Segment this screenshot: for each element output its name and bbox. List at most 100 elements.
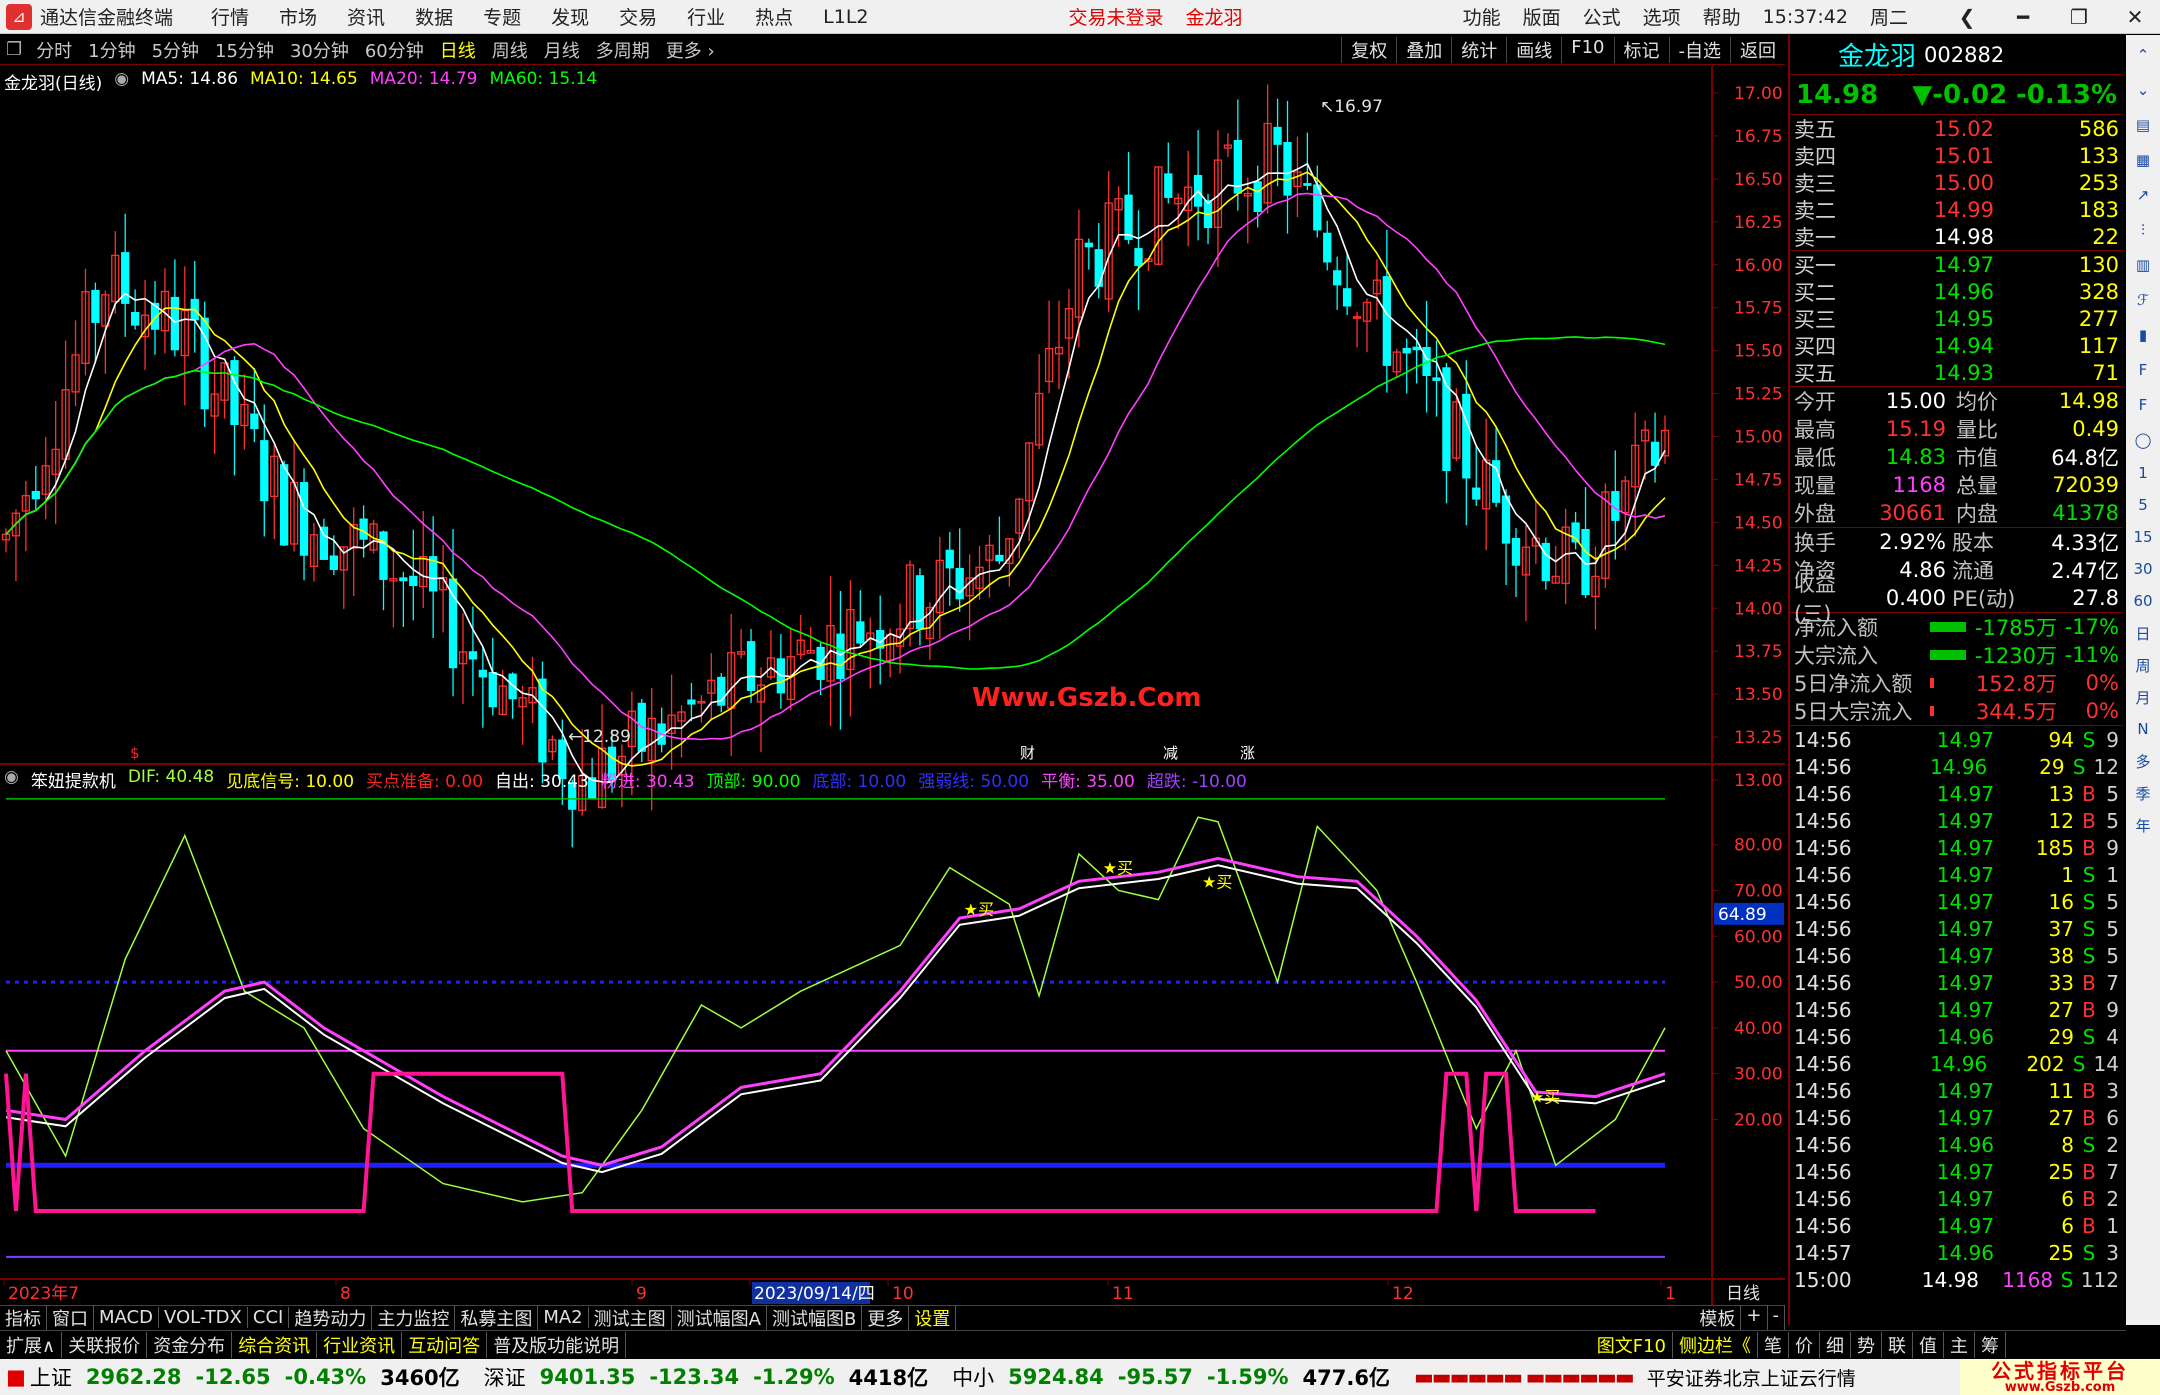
ext-right-tab-1[interactable]: 侧边栏《 (1673, 1331, 1758, 1358)
table-icon[interactable]: ▥ (2129, 250, 2157, 280)
trend-icon[interactable]: ↗ (2129, 180, 2157, 210)
kline-chart[interactable]: 17.00 16.75 16.50 16.25 16.00 15.75 15.50 15.25… (0, 66, 1785, 1306)
menu-function[interactable]: 功能 (1463, 3, 1501, 30)
ext-tab-6[interactable]: 普及版功能说明 (487, 1331, 627, 1358)
menu-market[interactable]: 市场 (279, 3, 317, 30)
indicator-tab-2[interactable]: MACD (94, 1307, 159, 1328)
menu-trade[interactable]: 交易 (619, 3, 657, 30)
indicator-tab-13[interactable]: 设置 (909, 1304, 957, 1331)
close-icon[interactable]: ✕ (2118, 5, 2152, 29)
menu-options[interactable]: 选项 (1643, 3, 1681, 30)
indicator-tab-10[interactable]: 测试幅图A (672, 1304, 767, 1331)
ext-right-tab-6[interactable]: 联 (1882, 1331, 1913, 1358)
ext-right-tab-4[interactable]: 细 (1820, 1331, 1851, 1358)
indicator-tab-5[interactable]: 趋势动力 (289, 1304, 373, 1331)
period-tab-9[interactable]: 多周期 (588, 37, 658, 63)
tool-button-3[interactable]: 画线 (1506, 36, 1561, 63)
bid-row-2[interactable]: 买三 14.95 277 (1790, 305, 2123, 332)
ma-settings-icon[interactable]: ◉ (114, 69, 129, 94)
period-tab-2[interactable]: 5分钟 (144, 37, 207, 63)
indicator-tab-7[interactable]: 私募主图 (455, 1304, 539, 1331)
period-tab-8[interactable]: 月线 (536, 37, 588, 63)
menu-news[interactable]: 资讯 (347, 3, 385, 30)
tool-button-6[interactable]: -自选 (1668, 36, 1731, 63)
login-status[interactable]: 交易未登录 (1069, 3, 1164, 30)
ext-right-tab-8[interactable]: 主 (1944, 1331, 1975, 1358)
period-tab-10[interactable]: 更多 › (658, 37, 723, 63)
indicator-tab-11[interactable]: 测试幅图B (767, 1304, 863, 1331)
menu-hot[interactable]: 热点 (755, 3, 793, 30)
menu-data[interactable]: 数据 (415, 3, 453, 30)
arrow-down-icon[interactable]: ⌄ (2129, 75, 2157, 105)
bid-row-1[interactable]: 买二 14.96 328 (1790, 278, 2123, 305)
sidebar-period-4[interactable]: 60 (2129, 587, 2157, 615)
sidebar-period-11[interactable]: 年 (2129, 811, 2157, 839)
tool-button-4[interactable]: F10 (1561, 36, 1613, 63)
indicator-tab-9[interactable]: 测试主图 (589, 1304, 672, 1331)
sidebar-period-9[interactable]: 多 (2129, 747, 2157, 775)
grid-icon[interactable]: ▦ (2129, 145, 2157, 175)
ext-right-tab-3[interactable]: 价 (1789, 1331, 1820, 1358)
candle-icon[interactable]: ⫶ (2129, 215, 2157, 245)
sidebar-period-8[interactable]: N (2129, 715, 2157, 743)
menu-topics[interactable]: 专题 (483, 3, 521, 30)
tool-button-5[interactable]: 标记 (1613, 36, 1669, 63)
ask-row-2[interactable]: 卖三 15.00 253 (1790, 169, 2123, 196)
index-name-2[interactable]: 中小 (952, 1362, 994, 1392)
template-button-2[interactable]: - (1768, 1304, 1785, 1331)
indicator-tab-4[interactable]: CCI (248, 1307, 290, 1328)
indicator-tab-1[interactable]: 窗口 (47, 1304, 94, 1331)
ext-tab-0[interactable]: 扩展∧ (0, 1331, 63, 1358)
sidebar-period-7[interactable]: 月 (2129, 683, 2157, 711)
indicator-tab-3[interactable]: VOL-TDX (159, 1307, 248, 1328)
sidebar-period-2[interactable]: 15 (2129, 523, 2157, 551)
template-button-1[interactable]: + (1741, 1304, 1768, 1331)
ask-row-0[interactable]: 卖五 15.02 586 (1790, 115, 2123, 142)
bar-icon[interactable]: ▮ (2129, 320, 2157, 350)
tool-button-7[interactable]: 返回 (1730, 36, 1785, 63)
period-tab-1[interactable]: 1分钟 (80, 37, 143, 63)
ext-tab-5[interactable]: 互动问答 (402, 1331, 488, 1358)
ext-right-tab-0[interactable]: 图文F10 (1591, 1331, 1673, 1358)
ext-right-tab-7[interactable]: 值 (1913, 1331, 1944, 1358)
index-name-0[interactable]: 上证 (30, 1362, 72, 1392)
ext-tab-1[interactable]: 关联报价 (62, 1331, 148, 1358)
ask-row-3[interactable]: 卖二 14.99 183 (1790, 196, 2123, 223)
bid-row-3[interactable]: 买四 14.94 117 (1790, 332, 2123, 359)
menu-l1l2[interactable]: L1L2 (823, 6, 868, 28)
tool-button-1[interactable]: 叠加 (1396, 36, 1451, 63)
ext-tab-4[interactable]: 行业资讯 (317, 1331, 403, 1358)
menu-help[interactable]: 帮助 (1703, 3, 1741, 30)
tool-button-2[interactable]: 统计 (1451, 36, 1506, 63)
sidebar-period-1[interactable]: 5 (2129, 491, 2157, 519)
bid-row-4[interactable]: 买五 14.93 71 (1790, 359, 2123, 386)
indicator-tab-6[interactable]: 主力监控 (372, 1304, 456, 1331)
menu-industry[interactable]: 行业 (687, 3, 725, 30)
ext-right-tab-9[interactable]: 筹 (1975, 1331, 2006, 1358)
period-tab-6[interactable]: 日线 (432, 37, 484, 63)
menu-quotes[interactable]: 行情 (211, 3, 249, 30)
circle-icon[interactable]: ◯ (2129, 425, 2157, 455)
period-tab-7[interactable]: 周线 (484, 37, 536, 63)
sidebar-period-0[interactable]: 1 (2129, 459, 2157, 487)
ask-row-1[interactable]: 卖四 15.01 133 (1790, 142, 2123, 169)
restore-icon[interactable]: ❐ (2062, 5, 2096, 29)
panel-toggle-icon[interactable]: ❐ (0, 39, 28, 60)
menu-formula[interactable]: 公式 (1583, 3, 1621, 30)
period-tab-5[interactable]: 60分钟 (357, 37, 432, 63)
fund-icon[interactable]: ℱ (2129, 285, 2157, 315)
indicator-toggle-icon[interactable]: ◉ (4, 767, 19, 792)
period-tab-3[interactable]: 15分钟 (207, 37, 282, 63)
menu-discover[interactable]: 发现 (551, 3, 589, 30)
ext-tab-3[interactable]: 综合资讯 (232, 1331, 318, 1358)
tool-button-0[interactable]: 复权 (1341, 36, 1396, 63)
sidebar-period-10[interactable]: 季 (2129, 779, 2157, 807)
f2-icon[interactable]: F (2129, 390, 2157, 420)
indicator-tab-12[interactable]: 更多 (862, 1304, 910, 1331)
index-name-1[interactable]: 深证 (484, 1362, 526, 1392)
period-tab-0[interactable]: 分时 (28, 37, 80, 63)
sidebar-period-5[interactable]: 日 (2129, 619, 2157, 647)
menu-layout[interactable]: 版面 (1523, 3, 1561, 30)
indicator-tab-0[interactable]: 指标 (0, 1304, 47, 1331)
sidebar-period-6[interactable]: 周 (2129, 651, 2157, 679)
